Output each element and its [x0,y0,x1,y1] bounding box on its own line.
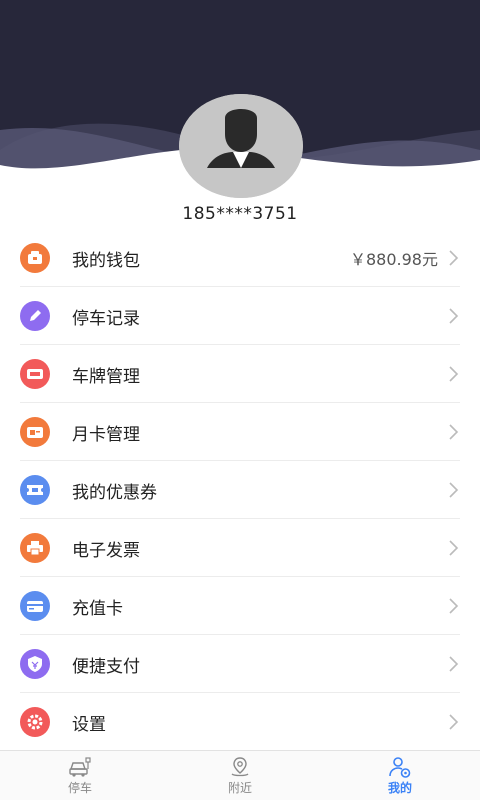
tab-mine[interactable]: 我的 [320,751,480,800]
wallet-icon [20,243,50,273]
menu-item-plate-management[interactable]: 车牌管理 [0,345,480,403]
menu-item-label: 我的钱包 [72,250,140,271]
tab-parking[interactable]: 停车 [0,751,160,800]
chevron-right-icon [449,540,459,556]
menu-item-label: 车牌管理 [72,366,140,387]
tab-label: 附近 [227,780,252,795]
gear-icon [20,707,50,737]
user-icon [389,756,411,778]
printer-icon [20,533,50,563]
card-icon [20,417,50,447]
avatar[interactable] [179,94,303,198]
recharge-card-icon [20,591,50,621]
tab-label: 停车 [67,780,92,795]
menu-item-wallet[interactable]: 我的钱包 ￥880.98元 [0,229,480,287]
pencil-icon [20,301,50,331]
menu-item-label: 月卡管理 [72,424,140,445]
location-pin-icon [231,756,249,776]
menu-item-label: 设置 [72,714,106,735]
menu-item-quick-pay[interactable]: 便捷支付 [0,635,480,693]
menu-item-parking-records[interactable]: 停车记录 [0,287,480,345]
chevron-right-icon [449,482,459,498]
wallet-balance: ￥880.98元 [350,250,438,269]
coupon-icon [20,475,50,505]
tab-nearby[interactable]: 附近 [160,751,320,800]
menu-item-label: 电子发票 [72,540,140,561]
car-icon [69,756,91,777]
chevron-right-icon [449,424,459,440]
tab-label: 我的 [387,780,412,795]
menu-item-label: 停车记录 [72,308,140,329]
menu-item-settings[interactable]: 设置 [0,693,480,751]
bottom-tab-bar: 停车 附近 我的 [0,750,480,800]
chevron-right-icon [449,308,459,324]
menu-item-label: 充值卡 [72,598,123,619]
menu-item-monthly-card[interactable]: 月卡管理 [0,403,480,461]
menu-item-label: 我的优惠券 [72,482,157,503]
menu-item-recharge-card[interactable]: 充值卡 [0,577,480,635]
user-phone: 185****3751 [182,204,298,224]
chevron-right-icon [449,598,459,614]
chevron-right-icon [449,656,459,672]
menu-item-label: 便捷支付 [72,656,140,677]
menu-item-coupons[interactable]: 我的优惠券 [0,461,480,519]
chevron-right-icon [449,714,459,730]
chevron-right-icon [449,250,459,266]
menu-item-e-invoice[interactable]: 电子发票 [0,519,480,577]
license-plate-icon [20,359,50,389]
shield-pay-icon [20,649,50,679]
chevron-right-icon [449,366,459,382]
profile-menu: 我的钱包 ￥880.98元 停车记录 车牌管理 月卡管理 我的优惠券 电子发票 … [0,229,480,751]
